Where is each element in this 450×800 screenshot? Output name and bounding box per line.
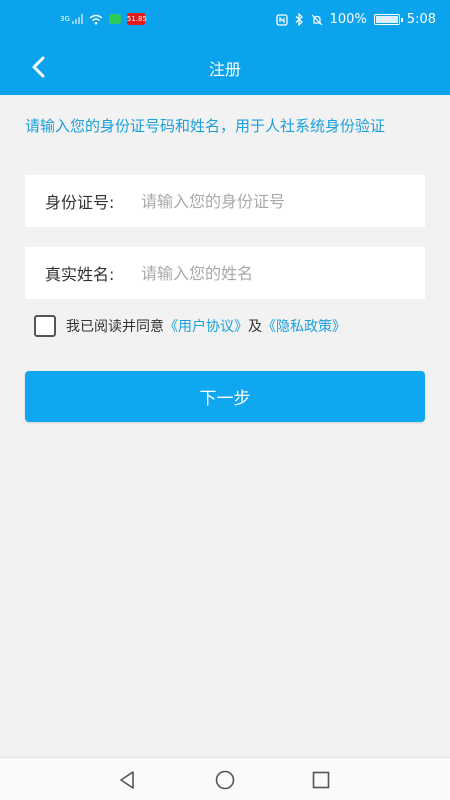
real-name-input[interactable] <box>141 247 425 299</box>
cell-signal-icon <box>71 14 83 24</box>
agreement-prefix: 我已阅读并同意 <box>66 319 164 335</box>
intro-text: 请输入您的身份证号码和姓名，用于人社系统身份验证 <box>25 117 386 135</box>
status-bar: 3G 51.85 100% 5:08 <box>0 0 450 40</box>
notification-badge-icon: 51.85 <box>126 13 147 25</box>
id-number-field: 身份证号: <box>25 175 425 227</box>
agreement-row: 我已阅读并同意 《用户协议》 及 《隐私政策》 <box>34 315 346 337</box>
real-name-label: 真实姓名: <box>45 265 115 284</box>
system-navigation-bar <box>0 757 450 800</box>
status-right-group: 100% 5:08 <box>275 12 436 27</box>
notification-app-icon <box>108 14 121 24</box>
battery-icon <box>373 14 403 25</box>
next-step-button[interactable]: 下一步 <box>25 371 425 422</box>
agreement-checkbox[interactable] <box>34 315 56 337</box>
status-left-group: 3G 51.85 <box>60 13 147 25</box>
page-title: 注册 <box>208 60 241 79</box>
app-header: 3G 51.85 100% 5:08 注册 <box>0 0 450 95</box>
agreement-joiner: 及 <box>248 319 262 335</box>
back-triangle-icon[interactable] <box>117 769 139 791</box>
nfc-icon <box>275 13 288 26</box>
id-number-label: 身份证号: <box>45 193 115 212</box>
recents-square-icon[interactable] <box>310 769 332 791</box>
wifi-icon <box>89 14 103 24</box>
id-number-input[interactable] <box>141 175 425 227</box>
user-agreement-link[interactable]: 《用户协议》 <box>164 316 248 336</box>
battery-percent-text: 100% <box>329 12 367 27</box>
mute-bell-icon <box>311 14 323 25</box>
privacy-policy-link[interactable]: 《隐私政策》 <box>262 316 346 336</box>
home-circle-icon[interactable] <box>214 769 236 791</box>
clock-text: 5:08 <box>406 12 436 27</box>
network-type-label: 3G <box>60 15 70 23</box>
real-name-field: 真实姓名: <box>25 247 425 299</box>
bluetooth-icon <box>295 13 303 26</box>
